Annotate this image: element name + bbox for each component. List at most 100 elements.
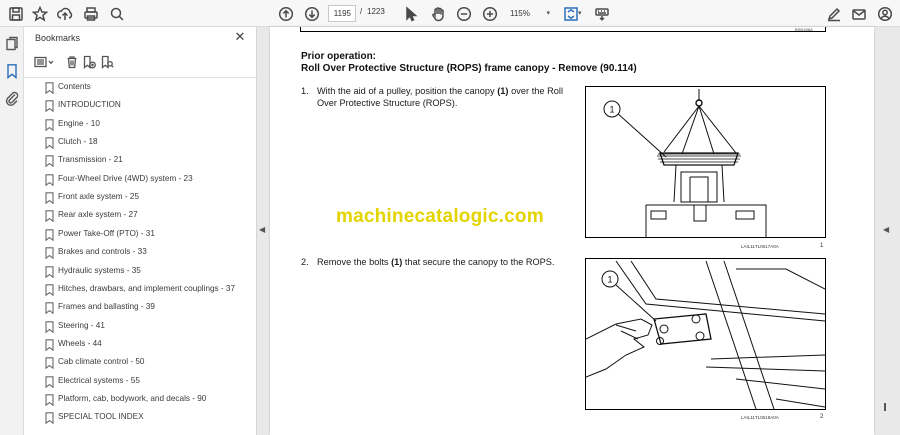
figure-number: 1 xyxy=(820,243,824,249)
bookmark-item[interactable]: INTRODUCTION xyxy=(24,97,257,115)
print-icon[interactable] xyxy=(81,4,101,24)
figure-callout: 1 xyxy=(609,105,614,115)
bookmark-item[interactable]: Power Take-Off (PTO) - 31 xyxy=(24,226,257,244)
bookmark-icon xyxy=(45,136,54,150)
bookmark-icon xyxy=(45,375,54,388)
figure-callout: 1 xyxy=(607,275,612,285)
zoom-out-icon[interactable] xyxy=(454,4,474,24)
toolbar: 1195 / 1223 115% ▾ ▾ xyxy=(0,0,900,27)
bookmark-icon xyxy=(45,246,54,260)
bookmark-label: Brakes and controls - 33 xyxy=(58,247,147,257)
upload-icon[interactable] xyxy=(55,4,75,24)
pages-icon[interactable] xyxy=(4,36,20,52)
bookmark-label: Platform, cab, bodywork, and decals - 90 xyxy=(58,393,207,403)
zoom-select[interactable]: 115% ▾ xyxy=(510,5,550,22)
bookmark-label: Rear axle system - 27 xyxy=(58,210,138,220)
bookmark-item[interactable]: SPECIAL TOOL INDEX xyxy=(24,409,257,427)
bookmark-label: SPECIAL TOOL INDEX xyxy=(58,412,144,422)
bookmark-item[interactable]: Wheels - 44 xyxy=(24,336,257,354)
close-icon[interactable]: ✕ xyxy=(233,30,247,44)
bolt-removal-illustration: 1 xyxy=(585,260,826,410)
figure-number: 2 xyxy=(820,414,824,420)
arrow-up-icon[interactable] xyxy=(276,4,296,24)
bookmark-icon xyxy=(45,338,54,352)
options-menu-icon[interactable] xyxy=(34,55,56,70)
bookmark-item[interactable]: Clutch - 18 xyxy=(24,134,257,152)
bookmark-label: Steering - 41 xyxy=(58,320,105,330)
collapse-panel-icon[interactable]: ◀ xyxy=(259,225,265,234)
step-text: With the aid of a pulley, position the c… xyxy=(317,86,563,108)
bookmark-label: Contents xyxy=(58,82,91,91)
account-icon[interactable] xyxy=(875,4,895,24)
bookmark-label: Clutch - 18 xyxy=(58,137,98,147)
bookmark-label: Cab climate control - 50 xyxy=(58,357,145,367)
bookmark-label: Transmission - 21 xyxy=(58,155,123,165)
hand-icon[interactable] xyxy=(428,4,448,24)
scrollbar-thumb[interactable] xyxy=(884,403,886,411)
step-2: 2. Remove the bolts (1) that secure the … xyxy=(301,256,563,282)
figure-caption: LAIL11TL0618A0A xyxy=(741,415,779,420)
step-1: 1. With the aid of a pulley, position th… xyxy=(301,85,563,111)
add-bookmark-icon[interactable] xyxy=(82,55,97,70)
bookmark-icon xyxy=(45,228,54,242)
bookmark-icon xyxy=(45,411,54,425)
expand-right-icon[interactable]: ◀ xyxy=(883,225,889,234)
bookmark-item[interactable]: Steering - 41 xyxy=(24,318,257,336)
bookmark-label: INTRODUCTION xyxy=(58,100,121,110)
bookmark-item[interactable]: Electrical systems - 55 xyxy=(24,373,257,391)
bookmark-item[interactable]: Rear axle system - 27 xyxy=(24,207,257,225)
step-number: 2. xyxy=(301,257,309,267)
chevron-down-icon: ▾ xyxy=(546,10,550,17)
keyboard-icon[interactable] xyxy=(592,4,612,24)
page-separator: / xyxy=(360,7,363,16)
bookmark-icon xyxy=(45,99,54,113)
bookmark-item[interactable]: Contents xyxy=(24,79,257,97)
bookmark-icon[interactable] xyxy=(4,63,20,79)
bookmark-icon xyxy=(45,301,54,315)
bookmark-item[interactable]: Four-Wheel Drive (4WD) system - 23 xyxy=(24,171,257,189)
figure-1: 1 xyxy=(585,86,826,238)
star-icon[interactable] xyxy=(30,4,50,24)
cursor-icon[interactable] xyxy=(401,4,421,24)
attachment-icon[interactable] xyxy=(4,90,20,106)
chevron-down-icon[interactable]: ▾ xyxy=(578,9,582,17)
bookmark-item[interactable]: Frames and ballasting - 39 xyxy=(24,299,257,317)
bookmark-item[interactable]: Front axle system - 25 xyxy=(24,189,257,207)
bookmark-item[interactable]: Engine - 10 xyxy=(24,116,257,134)
bookmark-item[interactable]: Cab climate control - 50 xyxy=(24,354,257,372)
previous-page-code: BSB19BA xyxy=(795,27,813,32)
figure-2: 1 xyxy=(585,258,826,410)
bookmark-item[interactable]: Brakes and controls - 33 xyxy=(24,244,257,262)
save-icon[interactable] xyxy=(6,4,26,24)
bookmark-label: Wheels - 44 xyxy=(58,338,102,348)
bookmark-icon xyxy=(45,118,54,131)
zoom-value: 115% xyxy=(510,9,530,18)
bookmark-item[interactable]: Transmission - 21 xyxy=(24,152,257,170)
prior-operation-heading: Prior operation: xyxy=(301,51,377,62)
zoom-icon[interactable] xyxy=(107,4,127,24)
mail-icon[interactable] xyxy=(849,4,869,24)
sign-icon[interactable] xyxy=(824,4,844,24)
arrow-down-icon[interactable] xyxy=(302,4,322,24)
zoom-in-icon[interactable] xyxy=(480,4,500,24)
step-number: 1. xyxy=(301,86,309,96)
bookmark-item[interactable]: Hitches, drawbars, and implement couplin… xyxy=(24,281,257,299)
bookmark-icon xyxy=(45,265,54,278)
bookmarks-panel: Bookmarks ✕ Contents INTRODUCTION Engine -… xyxy=(24,27,257,435)
pdf-viewer: 1195 / 1223 115% ▾ ▾ Bookmarks ✕ Content… xyxy=(0,0,900,435)
delete-icon[interactable] xyxy=(65,55,80,70)
page-number-input[interactable]: 1195 xyxy=(328,5,356,22)
bookmark-icon xyxy=(45,173,54,187)
bookmark-label: Power Take-Off (PTO) - 31 xyxy=(58,228,155,238)
watermark-text: machinecatalogic.com xyxy=(336,206,544,227)
bookmark-label: Electrical systems - 55 xyxy=(58,375,140,385)
find-bookmark-icon[interactable] xyxy=(100,55,115,70)
bookmark-icon xyxy=(45,209,54,223)
bookmark-item[interactable]: Hydraulic systems - 35 xyxy=(24,263,257,281)
bookmark-label: Engine - 10 xyxy=(58,118,100,128)
bookmark-label: Frames and ballasting - 39 xyxy=(58,302,155,312)
bookmark-icon xyxy=(45,191,54,205)
bookmark-item[interactable]: Platform, cab, bodywork, and decals - 90 xyxy=(24,391,257,409)
total-pages: 1223 xyxy=(367,7,385,16)
bookmark-label: Hitches, drawbars, and implement couplin… xyxy=(58,283,236,293)
